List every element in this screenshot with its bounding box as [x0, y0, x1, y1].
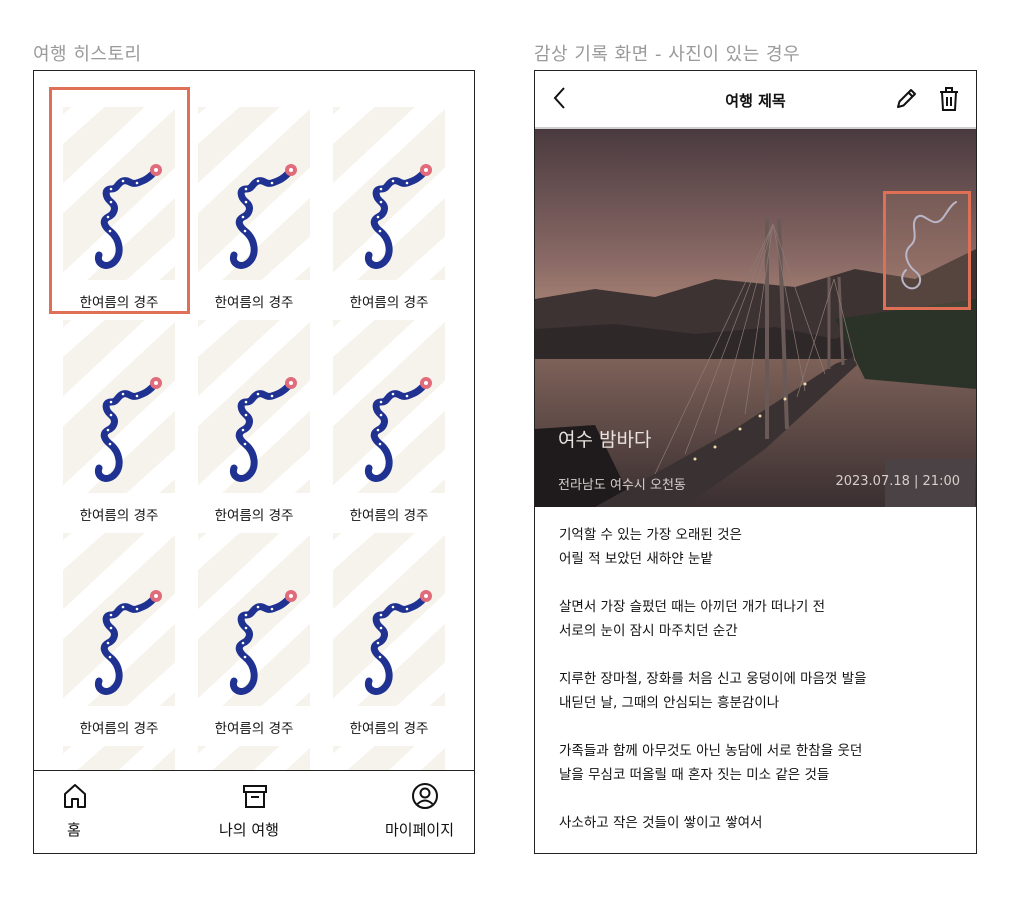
history-item-label: 한여름의 경주 — [79, 508, 159, 524]
photo-datetime: 2023.07.18 | 21:00 — [835, 474, 960, 489]
history-section-title: 여행 히스토리 — [33, 44, 142, 65]
body-line: 지루한 장마철, 장화를 처음 신고 웅덩이에 마음껏 발을 — [559, 671, 867, 687]
nav-home[interactable]: 홈 — [48, 771, 102, 853]
nav-my-trips-label: 나의 여행 — [219, 821, 279, 839]
body-line: 사소하고 작은 것들이 쌓이고 쌓여서 — [559, 815, 763, 831]
route-map-thumbnail — [198, 320, 310, 493]
history-item-label: 한여름의 경주 — [214, 508, 294, 524]
route-map-thumbnail — [63, 746, 175, 773]
body-paragraph: 가족들과 함께 아무것도 아닌 농담에 서로 한참을 웃던날을 무심코 떠올릴 … — [559, 739, 959, 787]
history-item[interactable]: 한여름의 경주 — [63, 533, 175, 737]
route-map-thumbnail — [63, 533, 175, 706]
body-line: 서로의 눈이 잠시 마주치던 순간 — [559, 623, 738, 639]
travel-photo[interactable]: 여수 밤바다 전라남도 여수시 오천동 2023.07.18 | 21:00 — [535, 129, 976, 507]
route-map-thumbnail — [333, 533, 445, 706]
nav-my-page[interactable]: 마이페이지 — [379, 771, 471, 853]
route-overlay[interactable] — [883, 191, 971, 310]
history-item[interactable]: 한여름의 경주 — [198, 533, 310, 737]
history-item[interactable] — [333, 746, 445, 773]
history-item[interactable]: 한여름의 경주 — [333, 533, 445, 737]
detail-screen: 여행 제목 여수 밤바다 전라남도 여수시 오천동 2023.07.18 | 2… — [534, 70, 977, 854]
nav-my-page-label: 마이페이지 — [385, 821, 455, 839]
edit-button[interactable] — [893, 86, 919, 116]
history-item[interactable]: 한여름의 경주 — [63, 320, 175, 524]
history-item-label: 한여름의 경주 — [349, 508, 429, 524]
body-line: 기억할 수 있는 가장 오래된 것은 — [559, 527, 742, 543]
route-map-thumbnail — [333, 320, 445, 493]
detail-topbar: 여행 제목 — [535, 71, 976, 129]
body-line: 가족들과 함께 아무것도 아닌 농담에 서로 한참을 웃던 — [559, 743, 863, 759]
home-icon — [60, 781, 90, 815]
photo-location: 전라남도 여수시 오천동 — [558, 478, 686, 493]
bottom-navigation: 홈 나의 여행 마이페이지 — [34, 770, 474, 853]
photo-caption: 여수 밤바다 — [558, 429, 652, 451]
body-line: 내딛던 날, 그때의 안심되는 흥분감이나 — [559, 695, 780, 711]
nav-my-trips[interactable]: 나의 여행 — [209, 771, 301, 853]
route-map-thumbnail — [198, 746, 310, 773]
nav-home-label: 홈 — [67, 821, 81, 839]
history-item[interactable]: 한여름의 경주 — [198, 320, 310, 524]
route-map-thumbnail — [198, 533, 310, 706]
body-line: 날을 무심코 떠올릴 때 혼자 짓는 미소 같은 것들 — [559, 767, 830, 783]
body-paragraph: 살면서 가장 슬펐던 때는 아끼던 개가 떠나기 전서로의 눈이 잠시 마주치던… — [559, 595, 959, 643]
history-item-label: 한여름의 경주 — [214, 721, 294, 737]
user-icon — [410, 781, 440, 815]
history-item[interactable]: 한여름의 경주 — [333, 107, 445, 311]
history-item-label: 한여름의 경주 — [214, 295, 294, 311]
history-item[interactable] — [198, 746, 310, 773]
route-line-icon — [901, 201, 957, 290]
history-item-label: 한여름의 경주 — [349, 295, 429, 311]
history-item[interactable]: 한여름의 경주 — [198, 107, 310, 311]
delete-button[interactable] — [937, 85, 961, 117]
history-screen: 한여름의 경주 한여름의 경주 한여름의 경주 한여름의 경주 한여름의 경주 한여름의 … — [33, 70, 475, 854]
body-paragraph: 사소하고 작은 것들이 쌓이고 쌓여서 — [559, 811, 959, 835]
route-map-thumbnail — [333, 746, 445, 773]
detail-body-text: 기억할 수 있는 가장 오래된 것은어릴 적 보았던 새하얀 눈밭살면서 가장 … — [559, 523, 959, 853]
pencil-icon — [897, 89, 916, 108]
body-paragraph: 지루한 장마철, 장화를 처음 신고 웅덩이에 마음껏 발을내딛던 날, 그때의… — [559, 667, 959, 715]
route-map-thumbnail — [198, 107, 310, 280]
selected-item-highlight — [49, 87, 190, 314]
route-map-thumbnail — [63, 320, 175, 493]
archive-icon — [240, 781, 270, 815]
body-line: 살면서 가장 슬펐던 때는 아끼던 개가 떠나기 전 — [559, 599, 826, 615]
detail-section-title: 감상 기록 화면 - 사진이 있는 경우 — [534, 44, 801, 65]
history-item[interactable] — [63, 746, 175, 773]
route-map-thumbnail — [333, 107, 445, 280]
trash-icon — [940, 87, 958, 111]
history-item-label: 한여름의 경주 — [79, 721, 159, 737]
body-paragraph: 기억할 수 있는 가장 오래된 것은어릴 적 보았던 새하얀 눈밭 — [559, 523, 959, 571]
body-line: 어릴 적 보았던 새하얀 눈밭 — [559, 551, 713, 567]
history-item-label: 한여름의 경주 — [349, 721, 429, 737]
history-item[interactable]: 한여름의 경주 — [333, 320, 445, 524]
